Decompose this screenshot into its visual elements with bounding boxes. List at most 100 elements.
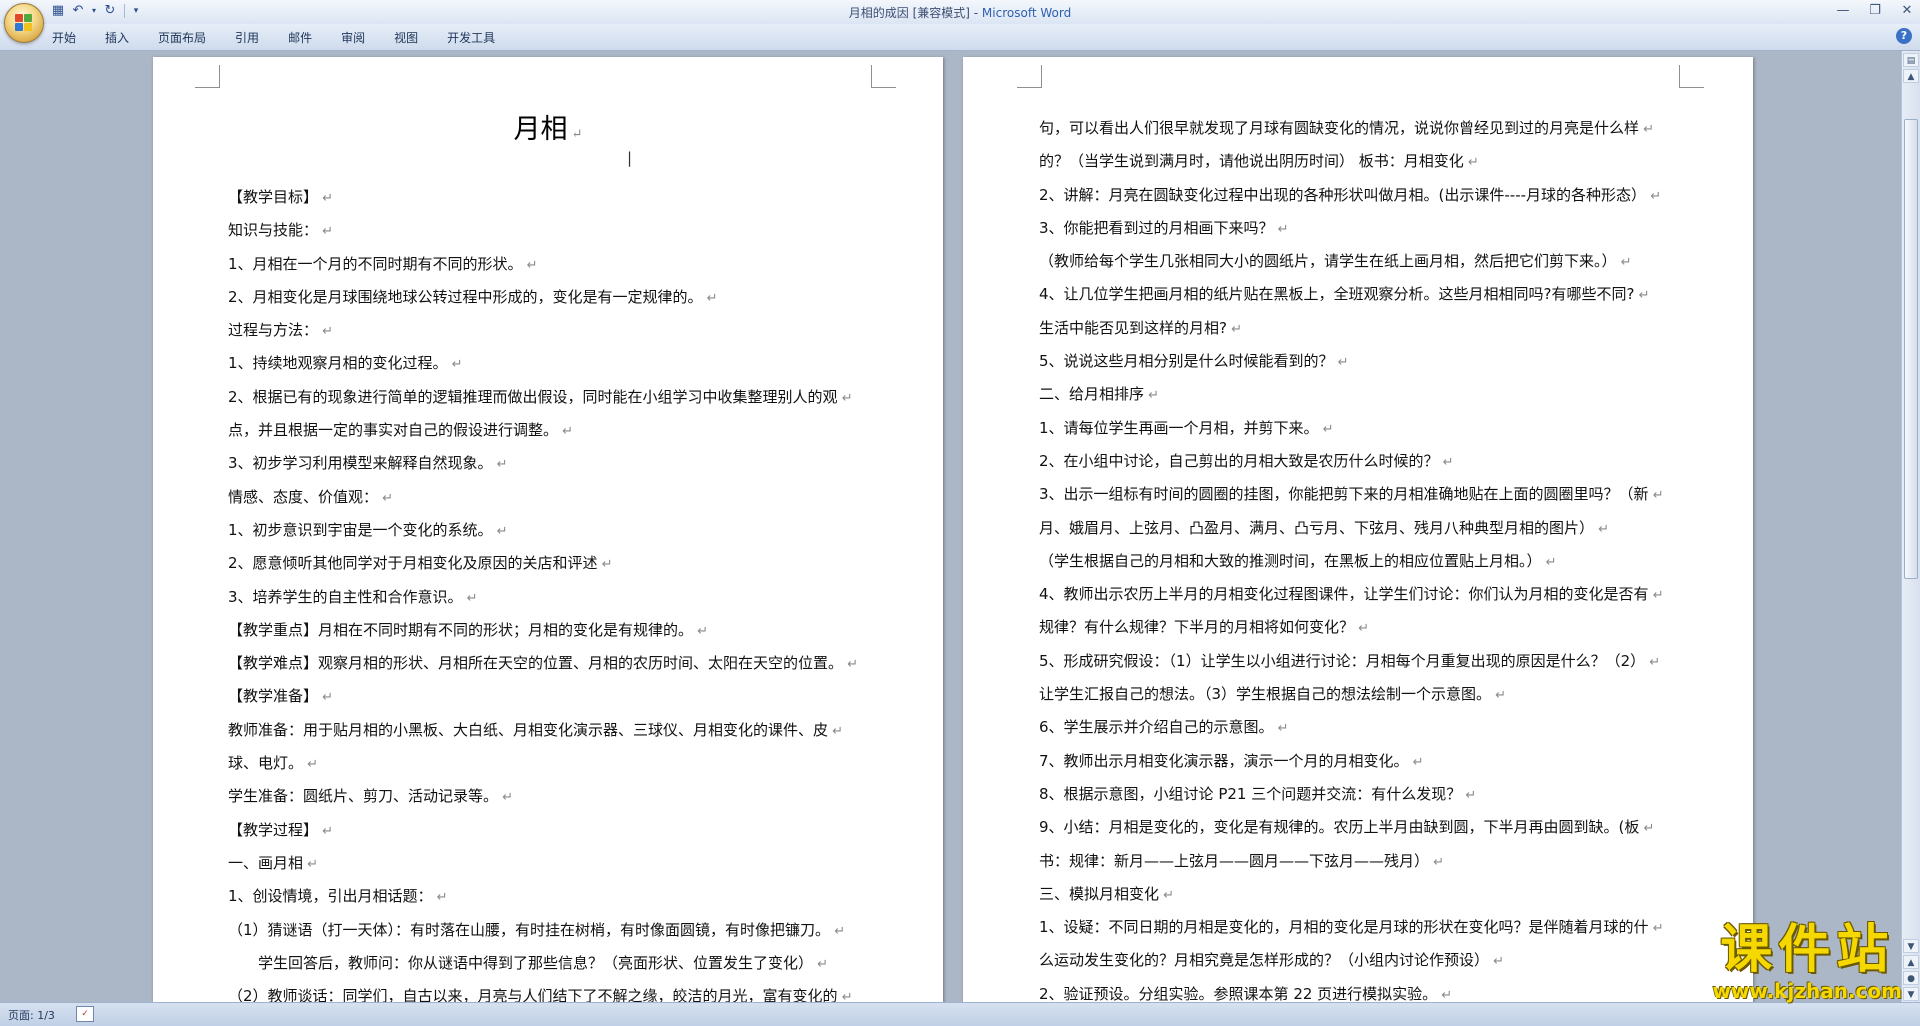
paragraph-line: 3、你能把看到过的月相画下来吗？ ↵ [1039, 212, 1664, 245]
paragraph-line: （1）猜谜语（打一天体）：有时落在山腰，有时挂在树梢，有时像面圆镜，有时像把镰刀… [228, 914, 858, 947]
ribbon-tab[interactable]: 邮件 [288, 29, 312, 46]
paragraph-line: 生活中能否见到这样的月相? ↵ [1039, 312, 1664, 345]
paragraph-text: 2、验证预设。分组实验。参照课本第 22 页进行模拟实验。 [1039, 984, 1438, 1002]
window-title: 月相的成因 [兼容模式] - Microsoft Word [0, 4, 1920, 21]
paragraph-text: 月、娥眉月、上弦月、凸盈月、满月、凸亏月、下弦月、残月八种典型月相的图片） [1039, 518, 1595, 537]
ribbon-tab[interactable]: 插入 [105, 29, 129, 46]
paragraph-mark-icon: ↵ [597, 557, 613, 573]
vertical-scrollbar[interactable]: ▤ ▲ ▼ ▲ ● ▼ [1901, 51, 1920, 1002]
paragraph-mark-icon: ↵ [1541, 554, 1557, 570]
paragraph-line: 一、画月相 ↵ [228, 847, 858, 880]
document-workspace: 月相 ↵ | 【教学目标】 ↵ 知识与技能： ↵ 1、月相在一个月的不同时期有不同的… [0, 51, 1902, 1002]
paragraph-line: 4、让几位学生把画月相的纸片贴在黑板上，全班观察分析。这些月相相同吗?有哪些不同… [1039, 278, 1664, 311]
paragraph-text: 【教学准备】 [228, 687, 319, 706]
paragraph-mark-icon: ↵ [1354, 621, 1370, 637]
paragraph-mark-icon: ↵ [432, 890, 448, 906]
window-title-app: Microsoft Word [981, 6, 1072, 20]
ruler-toggle-icon[interactable]: ▤ [1903, 53, 1919, 67]
paragraph-line: 1、请每位学生再画一个月相，并剪下来。 ↵ [1039, 412, 1664, 445]
paragraph-mark-icon: ↵ [1438, 454, 1454, 470]
paragraph-text: 2、讲解：月亮在圆缺变化过程中出现的各种形状叫做月相。(出示课件----月球的各… [1039, 185, 1647, 204]
paragraph-mark-icon: ↵ [462, 590, 478, 606]
paragraph-text: 球、电灯。 [228, 754, 304, 773]
paragraph-line: （2）教师谈话：同学们，自古以来，月亮与人们结下了不解之缘，皎洁的月光，富有变化… [228, 980, 858, 1002]
paragraph-text: 2、月相变化是月球围绕地球公转过程中形成的，变化是有一定规律的。 [228, 287, 703, 306]
paragraph-mark-icon: ↵ [318, 690, 334, 706]
close-icon[interactable]: ✕ [1898, 2, 1916, 20]
office-button[interactable] [4, 3, 44, 43]
paragraph-mark-icon: ↵ [492, 457, 508, 473]
next-page-icon[interactable]: ▼ [1903, 987, 1919, 1001]
page-count[interactable]: 页面: 1/3 [8, 1007, 55, 1023]
paragraph-line: 5、形成研究假设：（1）让学生以小组进行讨论：月相每个月重复出现的原因是什么？（… [1039, 645, 1664, 678]
proofing-icon[interactable]: ✓ [76, 1006, 94, 1022]
paragraph-mark-icon: ↵ [1648, 921, 1664, 937]
watermark-logo: 课件站 www.kjzhan.com [1712, 921, 1902, 1003]
paragraph-mark-icon: ↵ [1144, 388, 1160, 404]
paragraph-text: 一、画月相 [228, 853, 304, 872]
window-controls: — ❐ ✕ [1834, 2, 1916, 20]
ribbon-tab[interactable]: 视图 [394, 29, 418, 46]
paragraph-text: 6、学生展示并介绍自己的示意图。 [1039, 718, 1274, 737]
paragraph-text: 1、请每位学生再画一个月相，并剪下来。 [1039, 418, 1319, 437]
paragraph-line: 么运动发生变化的？月相究竟是怎样形成的？（小组内讨论作预设） ↵ [1039, 944, 1664, 977]
paragraph-line: 句，可以看出人们很早就发现了月球有圆缺变化的情况，说说你曾经见到过的月亮是什么样… [1039, 112, 1664, 145]
scroll-down-icon[interactable]: ▼ [1903, 939, 1919, 953]
select-browse-object-icon[interactable]: ● [1903, 971, 1919, 985]
paragraph-mark-icon: ↵ [447, 357, 463, 373]
status-bar: 页面: 1/3 ✓ [0, 1002, 1920, 1026]
margin-corner-mark [871, 65, 896, 88]
paragraph-text: （学生根据自己的月相和大致的推测时间，在黑板上的相应位置贴上月相。） [1039, 551, 1542, 570]
paragraph-line: 9、小结：月相是变化的，变化是有规律的。农历上半月由缺到圆，下半月再由圆到缺。(… [1039, 811, 1664, 844]
paragraph-text: 书：规律：新月——上弦月——圆月——下弦月——残月） [1039, 851, 1430, 870]
paragraph-text: 5、形成研究假设：（1）让学生以小组进行讨论：月相每个月重复出现的原因是什么？（… [1039, 651, 1646, 670]
paragraph-mark-icon: ↵ [828, 723, 844, 739]
ribbon-tab[interactable]: 审阅 [341, 29, 365, 46]
paragraph-mark-icon: ↵ [830, 923, 846, 939]
paragraph-text: 3、初步学习利用模型来解释自然现象。 [228, 454, 493, 473]
scrollbar-thumb[interactable] [1904, 119, 1918, 579]
paragraph-line: 2、根据已有的现象进行简单的逻辑推理而做出假设，同时能在小组学习中收集整理别人的… [228, 381, 858, 414]
paragraph-text: 【教学过程】 [228, 820, 319, 839]
paragraph-mark-icon: ↵ [303, 757, 319, 773]
paragraph-line: 3、初步学习利用模型来解释自然现象。 ↵ [228, 447, 858, 480]
scroll-up-icon[interactable]: ▲ [1903, 69, 1919, 83]
page-2[interactable]: 句，可以看出人们很早就发现了月球有圆缺变化的情况，说说你曾经见到过的月亮是什么样… [963, 57, 1753, 1002]
page-2-body: 句，可以看出人们很早就发现了月球有圆缺变化的情况，说说你曾经见到过的月亮是什么样… [1039, 112, 1664, 1002]
paragraph-text: 9、小结：月相是变化的，变化是有规律的。农历上半月由缺到圆，下半月再由圆到缺。(… [1039, 818, 1640, 837]
ribbon-tab[interactable]: 开发工具 [447, 29, 495, 46]
paragraph-line: 教师准备：用于贴月相的小黑板、大白纸、月相变化演示器、三球仪、月相变化的课件、皮… [228, 714, 858, 747]
paragraph-text: 生活中能否见到这样的月相? [1039, 318, 1227, 337]
ribbon-tab[interactable]: 页面布局 [158, 29, 206, 46]
window-title-doc: 月相的成因 [兼容模式] - [848, 6, 982, 20]
paragraph-text: 4、让几位学生把画月相的纸片贴在黑板上，全班观察分析。这些月相相同吗?有哪些不同… [1039, 285, 1635, 304]
paragraph-text: 二、给月相排序 [1039, 385, 1145, 404]
paragraph-text: （2）教师谈话：同学们，自古以来，月亮与人们结下了不解之缘，皎洁的月光，富有变化… [228, 987, 838, 1002]
paragraph-line: 2、验证预设。分组实验。参照课本第 22 页进行模拟实验。 ↵ [1039, 978, 1664, 1002]
paragraph-text: 3、你能把看到过的月相画下来吗？ [1039, 218, 1274, 237]
paragraph-line: 球、电灯。 ↵ [228, 747, 858, 780]
paragraph-line: 情感、态度、价值观： ↵ [228, 481, 858, 514]
watermark-url: www.kjzhan.com [1712, 979, 1902, 1003]
paragraph-text: 规律？有什么规律？下半月的月相将如何变化？ [1039, 618, 1355, 637]
paragraph-line: 【教学目标】 ↵ [228, 181, 858, 214]
office-logo-icon [15, 14, 33, 32]
restore-icon[interactable]: ❐ [1866, 2, 1884, 20]
paragraph-mark-icon: ↵ [1408, 754, 1424, 770]
previous-page-icon[interactable]: ▲ [1903, 955, 1919, 969]
paragraph-line: 学生回答后，教师问：你从谜语中得到了那些信息？（亮面形状、位置发生了变化） ↵ [228, 947, 858, 980]
minimize-icon[interactable]: — [1834, 2, 1852, 20]
paragraph-text: 3、培养学生的自主性和合作意识。 [228, 587, 463, 606]
paragraph-text: 过程与方法： [228, 321, 319, 340]
help-icon[interactable]: ? [1896, 28, 1912, 44]
paragraph-text: 知识与技能： [228, 221, 319, 240]
paragraph-line: 1、初步意识到宇宙是一个变化的系统。 ↵ [228, 514, 858, 547]
page-1[interactable]: 月相 ↵ | 【教学目标】 ↵ 知识与技能： ↵ 1、月相在一个月的不同时期有不同的… [153, 57, 943, 1002]
paragraph-text: 让学生汇报自己的想法。（3）学生根据自己的想法绘制一个示意图。 [1039, 685, 1492, 704]
ribbon-tab[interactable]: 引用 [235, 29, 259, 46]
paragraph-mark-icon: ↵ [558, 424, 574, 440]
watermark-text: 课件站 [1720, 920, 1895, 980]
paragraph-text: 学生回答后，教师问：你从谜语中得到了那些信息？（亮面形状、位置发生了变化） [228, 953, 814, 972]
ribbon-tab[interactable]: 开始 [52, 29, 76, 46]
paragraph-line: 1、设疑：不同日期的月相是变化的，月相的变化是月球的形状在变化吗？是伴随着月球的… [1039, 911, 1664, 944]
